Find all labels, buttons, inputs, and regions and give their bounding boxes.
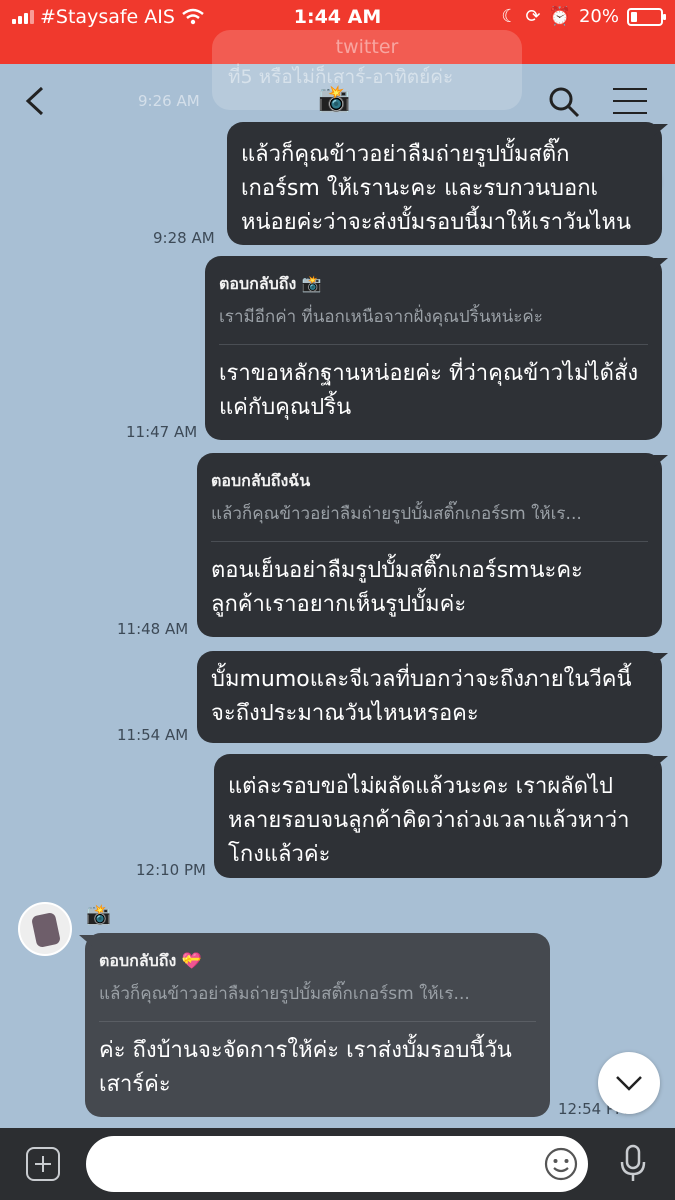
avatar[interactable] xyxy=(18,902,72,956)
message-input[interactable] xyxy=(86,1136,588,1192)
battery-percent: 20% xyxy=(578,6,619,27)
message-bubble[interactable]: ตอบกลับถึงฉัน แล้วก็คุณข้าวอย่าลืมถ่ายรู… xyxy=(197,453,668,637)
message-bubble[interactable]: ตอบกลับถึง 📸 เรามีอีกค่า ที่นอกเหนือจากฝ… xyxy=(205,256,668,440)
reply-quote[interactable]: ตอบกลับถึง 📸 เรามีอีกค่า ที่นอกเหนือจากฝ… xyxy=(205,256,662,344)
message-time: 9:28 AM xyxy=(153,229,215,247)
rotation-lock-icon: ⟳ xyxy=(525,6,541,27)
message-text: บั้มmumoและจีเวลที่บอกว่าจะถึงภายในวีคนี… xyxy=(211,667,632,726)
scroll-down-button[interactable] xyxy=(598,1052,660,1114)
reply-target: ตอบกลับถึง 💝 xyxy=(99,951,202,970)
previous-text: ที่5 หรือไม่ก็เสาร์-อาทิตย์ค่ะ xyxy=(228,66,454,88)
menu-icon[interactable] xyxy=(613,88,647,124)
reply-preview: เรามีอีกค่า ที่นอกเหนือจากฝั่งคุณปริ้นหน… xyxy=(219,307,543,327)
moon-icon: ☾ xyxy=(501,6,518,27)
reply-target: ตอบกลับถึง 📸 xyxy=(219,274,322,293)
message-bubble[interactable]: บั้มmumoและจีเวลที่บอกว่าจะถึงภายในวีคนี… xyxy=(197,651,668,743)
message-time: 11:54 AM xyxy=(117,726,189,744)
search-icon[interactable] xyxy=(548,86,580,118)
chevron-down-icon xyxy=(616,1076,642,1091)
message-time: 11:48 AM xyxy=(117,620,189,638)
message-bubble[interactable]: แล้วก็คุณข้าวอย่าลืมถ่ายรูปบั้มสติ๊ก เกอ… xyxy=(227,122,668,245)
previous-message: twitter ที่5 หรือไม่ก็เสาร์-อาทิตย์ค่ะ xyxy=(212,30,522,110)
status-right: ☾ ⟳ ⏰ 20% xyxy=(501,6,666,27)
message-text: ค่ะ ถึงบ้านจะจัดการให้ค่ะ เราส่งบั้มรอบน… xyxy=(99,1038,512,1097)
microphone-icon[interactable] xyxy=(620,1144,646,1184)
add-icon[interactable] xyxy=(26,1147,60,1181)
reply-target: ตอบกลับถึงฉัน xyxy=(211,471,311,490)
alarm-icon: ⏰ xyxy=(548,6,571,27)
battery-icon xyxy=(627,7,666,26)
emoji-icon[interactable] xyxy=(543,1146,579,1182)
previous-time: 9:26 AM xyxy=(138,92,200,110)
reply-preview: แล้วก็คุณข้าวอย่าลืมถ่ายรูปบั้มสติ๊กเกอร… xyxy=(211,504,582,524)
camera-flash-icon: 📸 xyxy=(318,84,351,114)
reply-preview: แล้วก็คุณข้าวอย่าลืมถ่ายรูปบั้มสติ๊กเกอร… xyxy=(99,984,470,1004)
message-text: แต่ละรอบขอไม่ผลัดแล้วนะคะ เราผลัดไป หลาย… xyxy=(228,774,630,867)
previous-sender: twitter xyxy=(335,36,399,58)
reply-quote[interactable]: ตอบกลับถึงฉัน แล้วก็คุณข้าวอย่าลืมถ่ายรู… xyxy=(197,453,662,541)
sender-name: 📸 xyxy=(86,902,111,926)
back-icon[interactable] xyxy=(24,86,48,116)
message-time: 11:47 AM xyxy=(126,423,198,441)
message-text: ตอนเย็นอย่าลืมรูปบั้มสติ๊กเกอร์smนะคะ ลู… xyxy=(211,558,583,617)
message-time: 12:10 PM xyxy=(136,861,206,879)
message-text: เราขอหลักฐานหน่อยค่ะ ที่ว่าคุณข้าวไม่ได้… xyxy=(219,361,639,420)
reply-quote[interactable]: ตอบกลับถึง 💝 แล้วก็คุณข้าวอย่าลืมถ่ายรูป… xyxy=(85,933,550,1021)
message-text: แล้วก็คุณข้าวอย่าลืมถ่ายรูปบั้มสติ๊ก เกอ… xyxy=(241,142,632,235)
incoming-message-bubble[interactable]: ตอบกลับถึง 💝 แล้วก็คุณข้าวอย่าลืมถ่ายรูป… xyxy=(79,933,550,1117)
message-bubble[interactable]: แต่ละรอบขอไม่ผลัดแล้วนะคะ เราผลัดไป หลาย… xyxy=(214,754,668,878)
